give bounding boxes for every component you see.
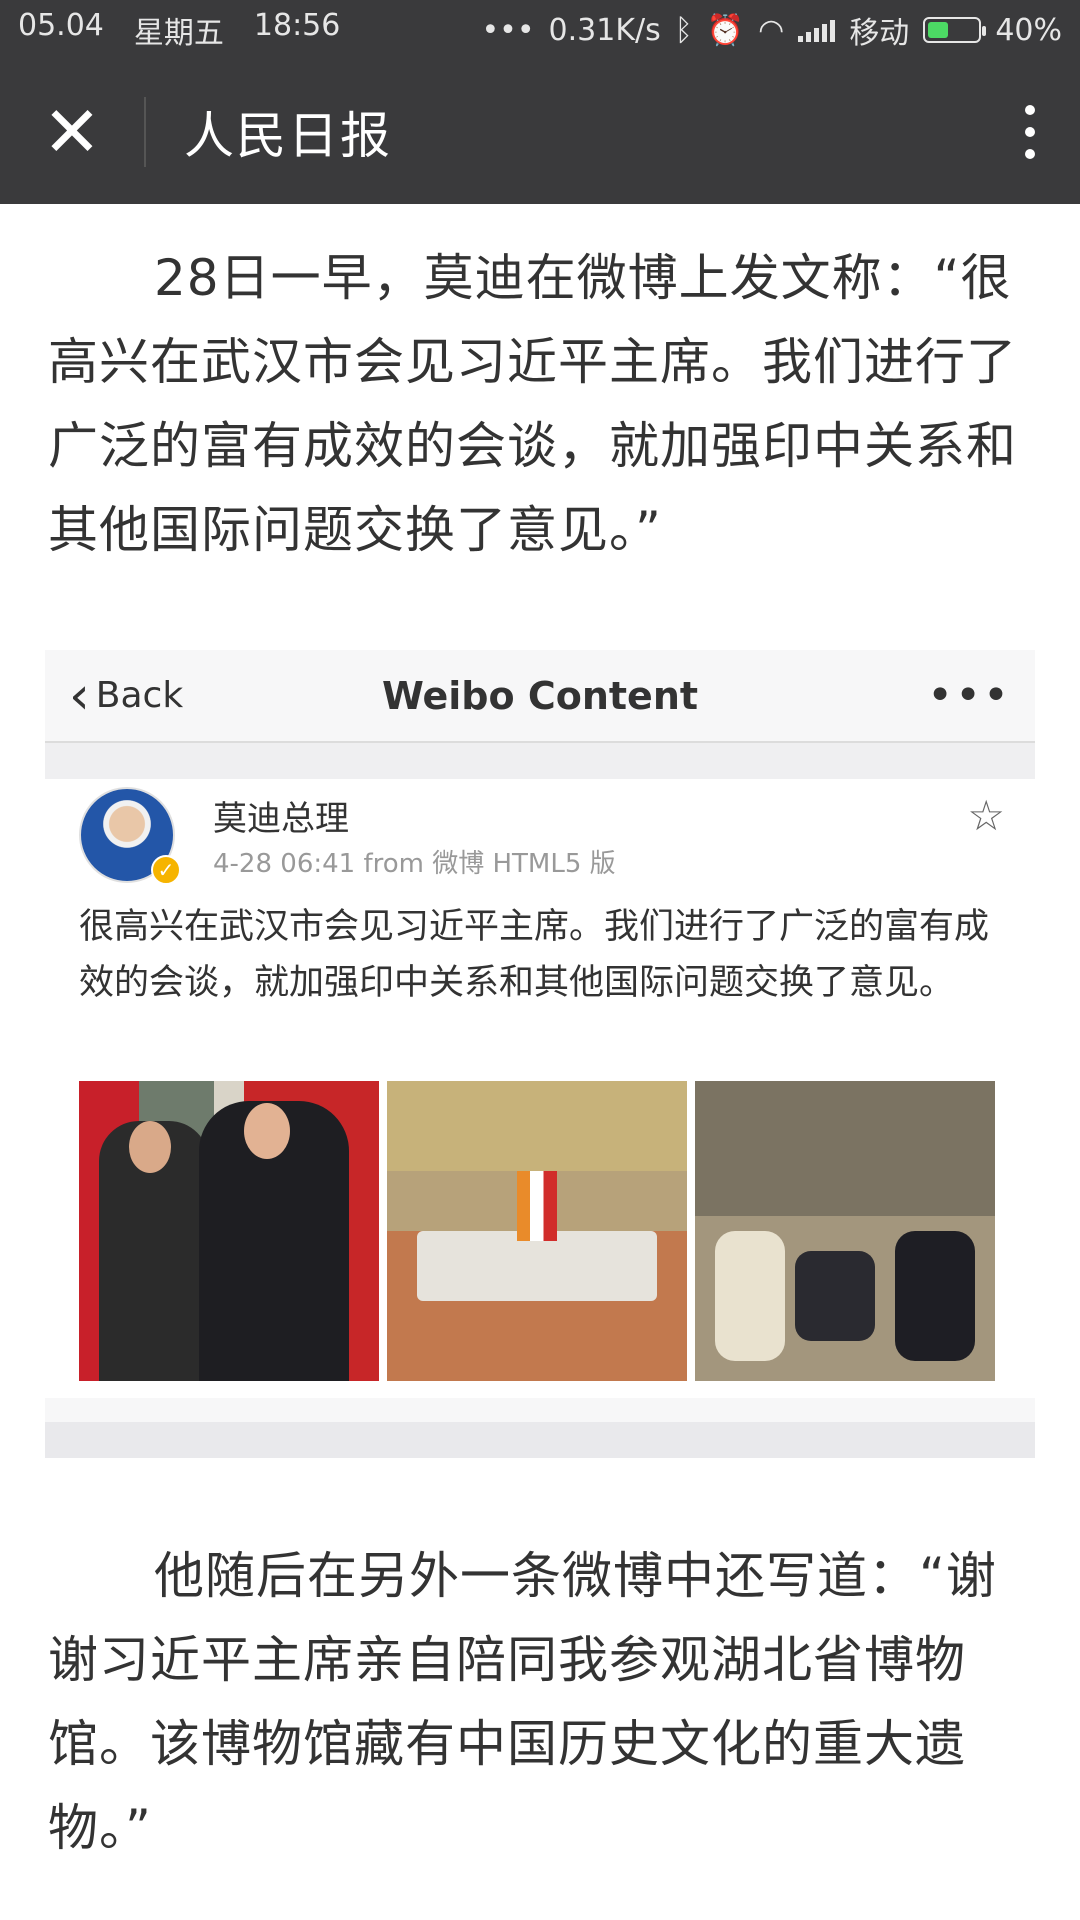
weibo-footer-bar [45, 1422, 1035, 1458]
weibo-gap [45, 743, 1035, 779]
post-text: 很高兴在武汉市会见习近平主席。我们进行了广泛的富有成效的会谈，就加强印中关系和其… [79, 907, 990, 1003]
weibo-bottom [45, 1398, 1035, 1422]
photo-seated-talk [695, 1081, 995, 1381]
chevron-left-icon: ‹ [69, 665, 90, 726]
nav-bar: ✕ 人民日报 [0, 60, 1080, 204]
post-meta: 4-28 06:41 from 微博 HTML5 版 [213, 849, 616, 879]
status-bar: 05.04 星期五 18:56 ••• 0.31K/s ᛒ ⏰ ◠ 移动 40% [0, 0, 1080, 60]
embedded-weibo-screenshot[interactable]: ‹ Back Weibo Content ••• ✓ 莫迪总理 4-28 06:… [45, 650, 1035, 1458]
status-right: ••• 0.31K/s ᛒ ⏰ ◠ 移动 40% [481, 8, 1062, 52]
article-paragraph-1: 28日一早，莫迪在微博上发文称：“很高兴在武汉市会见习近平主席。我们进行了广泛的… [48, 249, 1017, 559]
weibo-title: Weibo Content [381, 673, 699, 718]
star-icon: ☆ [967, 791, 1005, 840]
photo-meeting-table [387, 1081, 687, 1381]
alarm-icon: ⏰ [706, 12, 745, 48]
weibo-back-label: Back [95, 675, 184, 716]
weibo-more-icon: ••• [927, 670, 1011, 721]
more-dot [1025, 127, 1035, 137]
bluetooth-icon: ᛒ [674, 12, 693, 48]
status-weekday: 星期五 [133, 16, 224, 51]
notification-dots-icon: ••• [481, 12, 535, 48]
weibo-header: ‹ Back Weibo Content ••• [45, 650, 1035, 743]
photo-handshake [79, 1081, 379, 1381]
signal-icon [798, 18, 836, 42]
close-button[interactable]: ✕ [0, 60, 144, 204]
status-time: 18:56 [253, 8, 341, 43]
verified-badge-icon: ✓ [151, 855, 181, 885]
post-author: 莫迪总理 [213, 799, 349, 839]
more-menu-button[interactable] [980, 60, 1080, 204]
wifi-icon: ◠ [758, 12, 785, 48]
battery-percent: 40% [995, 12, 1062, 48]
weibo-post: ✓ 莫迪总理 4-28 06:41 from 微博 HTML5 版 ☆ 很高兴在… [45, 779, 1035, 1398]
nav-divider [144, 97, 146, 167]
post-photos [79, 1081, 995, 1381]
article-paragraph-2: 他随后在另外一条微博中还写道：“谢谢习近平主席亲自陪同我参观湖北省博物馆。该博物… [48, 1547, 997, 1857]
network-speed: 0.31K/s [548, 12, 661, 48]
status-date: 05.04 [18, 8, 104, 43]
carrier-name: 移动 [849, 16, 910, 51]
more-dot [1025, 149, 1035, 159]
battery-icon [923, 17, 987, 43]
battery-fill [928, 22, 948, 38]
weibo-back-button: ‹ Back [69, 670, 183, 722]
more-dot [1025, 105, 1035, 115]
close-icon: ✕ [42, 91, 102, 173]
page-title: 人民日报 [184, 107, 392, 165]
status-left: 05.04 星期五 18:56 [18, 8, 340, 52]
